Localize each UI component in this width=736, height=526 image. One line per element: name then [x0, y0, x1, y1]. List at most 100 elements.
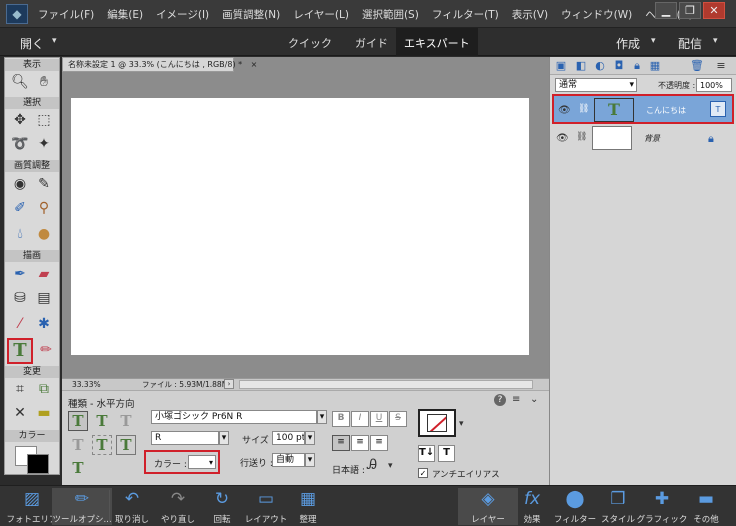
tab-quick[interactable]: クイック: [288, 35, 332, 51]
blur-tool-icon[interactable]: 💧︎: [9, 224, 31, 244]
content-aware-move-icon[interactable]: ✕: [9, 403, 31, 423]
horizontal-scrollbar[interactable]: [239, 380, 533, 389]
text-on-path-icon[interactable]: T: [68, 458, 88, 478]
tab-expert[interactable]: エキスパート: [396, 28, 478, 56]
new-group-icon[interactable]: ◧: [574, 60, 588, 72]
menu-edit[interactable]: 編集(E): [107, 7, 143, 22]
chevron-down-icon[interactable]: ▾: [459, 419, 464, 429]
text-on-shape-icon[interactable]: T: [116, 435, 136, 455]
blend-mode-select[interactable]: 通常 ▾: [555, 78, 637, 92]
vertical-type-icon[interactable]: T: [92, 411, 112, 431]
lasso-tool-icon[interactable]: ➰: [9, 134, 31, 154]
organize-button[interactable]: ▦ 整理: [278, 488, 338, 525]
tab-guided[interactable]: ガイド: [355, 35, 388, 51]
restore-button[interactable]: ❐: [679, 2, 701, 19]
menu-image[interactable]: イメージ(I): [156, 7, 209, 22]
visibility-eye-icon[interactable]: 👁︎: [558, 105, 571, 116]
smart-brush-icon[interactable]: ✐: [9, 198, 31, 218]
clone-stamp-icon[interactable]: ⚲: [33, 198, 55, 218]
layer-name[interactable]: 背景: [644, 133, 660, 144]
text-orientation-icon[interactable]: T: [438, 445, 455, 462]
layer-row-background[interactable]: 👁︎ ⛓︎ 背景 🔒︎: [552, 124, 734, 154]
create-button[interactable]: 作成: [616, 35, 640, 52]
zoom-tool-icon[interactable]: 🔍︎: [9, 72, 31, 92]
close-button[interactable]: ✕: [703, 2, 725, 19]
underline-button[interactable]: U: [370, 411, 388, 427]
status-menu-icon[interactable]: ›: [224, 379, 234, 389]
menu-filter[interactable]: フィルター(T): [432, 7, 499, 22]
lock-transparency-icon[interactable]: ▦: [648, 60, 662, 72]
stroke-color-box[interactable]: [418, 409, 456, 437]
visibility-eye-icon[interactable]: 👁︎: [556, 133, 569, 144]
italic-button[interactable]: I: [351, 411, 369, 427]
leading-field[interactable]: 自動: [272, 453, 305, 467]
gradient-tool-icon[interactable]: ▤: [33, 288, 55, 308]
strikethrough-button[interactable]: S: [389, 411, 407, 427]
layer-row-text[interactable]: 👁︎ ⛓︎ T こんにちは T: [552, 94, 734, 124]
minimize-button[interactable]: ▁: [655, 2, 677, 19]
options-menu-icon[interactable]: ≡: [512, 394, 520, 405]
chevron-down-icon[interactable]: ▾: [219, 431, 229, 445]
link-icon[interactable]: ⛓︎: [578, 104, 589, 114]
align-right-icon[interactable]: ≡: [370, 435, 388, 451]
font-family-select[interactable]: 小塚ゴシック Pr6N R: [151, 410, 317, 424]
document-tab[interactable]: 名称未設定 1 @ 33.3% (こんにちは , RGB/8) * ×: [62, 57, 257, 72]
menu-window[interactable]: ウィンドウ(W): [561, 7, 632, 22]
magic-wand-icon[interactable]: ✦: [33, 134, 55, 154]
text-color-swatch[interactable]: ▾: [188, 455, 216, 469]
document-canvas[interactable]: [71, 98, 529, 355]
text-on-selection-icon[interactable]: T: [92, 435, 112, 455]
menu-file[interactable]: ファイル(F): [38, 7, 94, 22]
bold-button[interactable]: B: [332, 411, 350, 427]
layer-mask-icon[interactable]: ◘: [612, 60, 626, 72]
horizontal-type-icon[interactable]: T: [68, 411, 88, 431]
adjustment-layer-icon[interactable]: ◐: [593, 60, 607, 72]
menu-select[interactable]: 選択範囲(S): [362, 7, 419, 22]
font-size-field[interactable]: 100 pt: [272, 431, 305, 445]
layer-name[interactable]: こんにちは: [646, 105, 686, 116]
chevron-down-icon[interactable]: ▾: [388, 461, 393, 471]
sponge-tool-icon[interactable]: ●: [33, 224, 55, 244]
red-eye-tool-icon[interactable]: ◉: [9, 174, 31, 194]
delete-layer-icon[interactable]: 🗑︎: [690, 60, 704, 72]
chevron-down-icon[interactable]: ▾: [305, 431, 315, 445]
more-button[interactable]: ▬ その他: [676, 488, 736, 525]
menu-enhance[interactable]: 画質調整(N): [222, 7, 280, 22]
align-left-icon[interactable]: ≡: [332, 435, 350, 451]
type-tool-icon[interactable]: T: [7, 338, 33, 364]
opacity-field[interactable]: 100%: [696, 78, 732, 92]
custom-shape-icon[interactable]: ✱: [33, 314, 55, 334]
menu-layer[interactable]: レイヤー(L): [293, 7, 349, 22]
link-icon[interactable]: ⛓︎: [576, 132, 587, 142]
chevron-down-icon[interactable]: ▾: [317, 410, 327, 424]
font-style-select[interactable]: R: [151, 431, 219, 445]
warp-text-icon[interactable]: T↓: [418, 445, 435, 462]
text-style-icon[interactable]: Ꭿ: [367, 457, 377, 473]
share-button[interactable]: 配信: [678, 35, 702, 52]
lock-icon[interactable]: 🔒︎: [708, 132, 714, 146]
create-dropdown-icon[interactable]: ▾: [651, 36, 656, 46]
move-tool-icon[interactable]: ✥: [9, 110, 31, 130]
background-color-swatch[interactable]: [27, 454, 49, 474]
paint-bucket-icon[interactable]: ⛁: [9, 288, 31, 308]
open-dropdown-icon[interactable]: ▾: [52, 36, 57, 46]
help-icon[interactable]: ?: [494, 394, 506, 406]
vertical-type-mask-icon[interactable]: T: [68, 435, 88, 455]
eraser-tool-icon[interactable]: ▰: [33, 264, 55, 284]
lock-all-icon[interactable]: 🔒︎: [630, 60, 644, 72]
crop-tool-icon[interactable]: ⌗: [9, 379, 31, 399]
align-center-icon[interactable]: ≡: [351, 435, 369, 451]
share-dropdown-icon[interactable]: ▾: [713, 36, 718, 46]
collapse-options-icon[interactable]: ⌄: [530, 394, 538, 405]
hand-tool-icon[interactable]: ✋︎: [33, 72, 55, 92]
straighten-tool-icon[interactable]: ▬: [33, 403, 55, 423]
healing-brush-icon[interactable]: ✎: [33, 174, 55, 194]
open-button[interactable]: 開く: [20, 35, 44, 52]
marquee-tool-icon[interactable]: ⬚: [33, 110, 55, 130]
panel-menu-icon[interactable]: ≡: [714, 60, 728, 72]
zoom-readout[interactable]: 33.33%: [72, 379, 101, 390]
menu-view[interactable]: 表示(V): [512, 7, 548, 22]
horizontal-type-mask-icon[interactable]: T: [116, 411, 136, 431]
close-tab-icon[interactable]: ×: [251, 60, 258, 69]
chevron-down-icon[interactable]: ▾: [305, 453, 315, 467]
